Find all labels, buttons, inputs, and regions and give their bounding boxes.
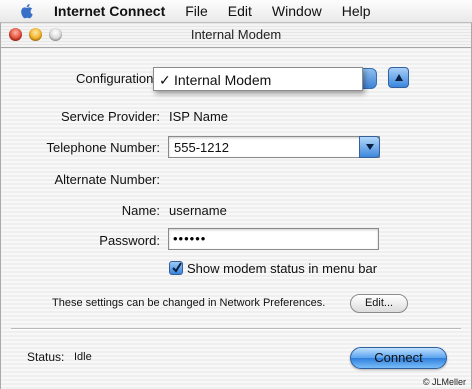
menu-window[interactable]: Window xyxy=(272,3,322,19)
password-field[interactable]: •••••• xyxy=(168,228,379,250)
menu-edit[interactable]: Edit xyxy=(228,3,252,19)
edit-button[interactable]: Edit... xyxy=(350,294,408,313)
menu-bar: Internet Connect File Edit Window Help xyxy=(0,0,472,23)
menu-help[interactable]: Help xyxy=(342,3,371,19)
telephone-number-label: Telephone Number: xyxy=(46,140,160,155)
internet-connect-window: Internal Modem Configuration: ✓ Internal… xyxy=(0,23,472,389)
name-value: username xyxy=(169,203,227,218)
zoom-window-button[interactable] xyxy=(49,28,62,41)
connect-button[interactable]: Connect xyxy=(350,347,447,369)
apple-menu-icon[interactable] xyxy=(20,3,34,19)
checkmark-icon: ✓ xyxy=(159,72,171,88)
telephone-number-input[interactable] xyxy=(171,137,362,157)
password-label: Password: xyxy=(99,233,160,248)
configuration-popup-menu[interactable]: ✓ Internal Modem xyxy=(153,67,363,91)
status-label: Status: xyxy=(27,350,65,364)
triangle-down-icon xyxy=(366,144,374,150)
configuration-label: Configuration: xyxy=(76,71,157,86)
name-label: Name: xyxy=(121,203,160,218)
triangle-up-icon xyxy=(395,74,403,81)
checkmark-icon xyxy=(172,262,182,273)
telephone-dropdown-button[interactable] xyxy=(359,136,380,158)
window-title: Internal Modem xyxy=(190,27,282,42)
service-provider-label: Service Provider: xyxy=(61,109,160,124)
alternate-number-label: Alternate Number: xyxy=(54,172,161,187)
network-preferences-info: These settings can be changed in Network… xyxy=(52,297,326,309)
configuration-popup-arrow[interactable] xyxy=(363,68,377,89)
configuration-selected-item[interactable]: Internal Modem xyxy=(174,68,271,92)
menu-app-name[interactable]: Internet Connect xyxy=(54,3,165,19)
menu-file[interactable]: File xyxy=(185,3,208,19)
collapse-button[interactable] xyxy=(388,67,409,88)
show-status-label[interactable]: Show modem status in menu bar xyxy=(187,261,377,276)
status-value: Idle xyxy=(74,351,92,363)
minimize-window-button[interactable] xyxy=(29,28,42,41)
show-status-checkbox[interactable] xyxy=(169,261,183,275)
telephone-number-combo xyxy=(168,136,380,158)
divider xyxy=(11,328,461,330)
close-window-button[interactable] xyxy=(9,28,22,41)
window-titlebar[interactable]: Internal Modem xyxy=(1,23,471,48)
service-provider-value: ISP Name xyxy=(169,109,229,124)
